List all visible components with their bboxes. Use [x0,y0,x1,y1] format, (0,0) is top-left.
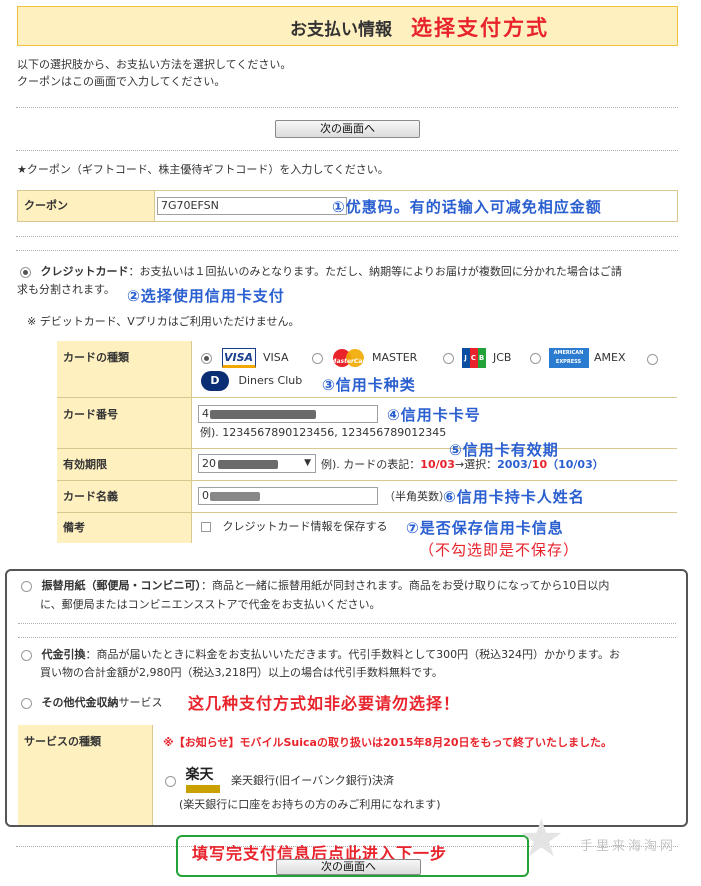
watermark: ★ 手里来海淘网 [518,809,698,875]
daibiki-desc-1: ：商品が届いたときに料金をお支払いいただきます。代引手数料として300円（税込3… [85,648,620,661]
diners-logo-icon: D [201,371,229,391]
amex-logo-icon: AMERICAN EXPRESS [548,348,589,368]
suica-notice: ※【お知らせ】モバイルSuicaの取り扱いは2015年8月20日をもって終了いた… [163,736,612,749]
masked-expiry [218,459,278,469]
rakuten-option[interactable]: 楽天 楽天銀行(旧イーバンク銀行)決済 [165,767,394,795]
brand-master[interactable]: MasterCard MASTER [312,348,417,368]
brand-diners[interactable]: D Diners Club [201,371,302,391]
daibiki-desc-2: 買い物の合計金額が2,980円（税込3,218円）以上の場合は代引手数料無料です… [40,666,443,679]
credit-desc-1: ：お支払いは１回払いのみとなります。ただし、納期等によりお届けが複数回に分かれた… [128,265,622,278]
amex-label: AMEX [594,351,626,364]
daibiki-option: 代金引換：商品が届いたときに料金をお支払いいただきます。代引手数料として300円… [21,646,681,663]
save-card-annotation: ⑦是否保存信用卡信息 [406,519,564,537]
coupon-prompt: ★クーポン（ギフトコード、株主優待ギフトコード）を入力してください。 [17,163,389,176]
masked-name [210,491,260,501]
card-name-input[interactable]: 0 [198,487,378,505]
page-header: お支払い情報 选择支付方式 [17,6,678,46]
save-card-subnote: （不勾选即是不保存） [419,541,580,559]
card-type-annotation: ③信用卡种类 [322,376,416,394]
service-label: サービスの種類 [18,725,152,825]
extra-radio[interactable] [647,353,658,365]
rakuten-note: (楽天銀行に口座をお持ちの方のみご利用になれます) [179,798,441,811]
credit-desc-2: 求も分割されます。 [17,283,115,296]
masked-number [210,409,316,419]
next-button-bottom[interactable]: 次の画面へ [276,859,421,875]
furikae-desc-1: ：商品と一緒に振替用紙が同封されます。商品をお受け取りになってから10日以内 [201,579,610,592]
card-name-hint: （半角英数） [384,490,450,503]
other-option: その他代金収納サービス [21,694,163,711]
expiry-label: 有効期限 [57,449,191,480]
debit-note: ※ デビットカード、Vプリカはご利用いただけません。 [27,315,300,328]
brand-visa[interactable]: VISA VISA [201,348,288,368]
brand-extra-radio[interactable] [647,352,658,365]
star-icon: ★ [518,809,565,869]
intro-line-1: 以下の選択肢から、お支払い方法を選択してください。 [17,58,292,71]
visa-radio[interactable] [201,352,212,364]
remarks-label: 備考 [57,513,191,543]
mastercard-logo-icon: MasterCard [331,348,370,368]
coupon-input[interactable]: 7G70EFSN [157,197,347,215]
expiry-select[interactable]: 20 ▼ [198,454,316,473]
save-card-checkbox[interactable] [201,522,211,532]
page-title-annotation: 选择支付方式 [411,16,549,40]
furikae-option: 振替用紙（郵便局・コンビニ可）：商品と一緒に振替用紙が同封されます。商品をお受け… [21,577,676,594]
other-methods-warning: 这几种支付方式如非必要请勿选择！ [188,694,461,713]
furikae-radio[interactable] [21,580,32,592]
next-button-top[interactable]: 次の画面へ [275,120,420,138]
other-suffix: サービス [118,696,163,709]
card-number-label: カード番号 [57,398,191,448]
other-radio[interactable] [21,697,32,709]
intro-line-2: クーポンはこの画面で入力してください。 [17,75,226,88]
save-card-label: クレジットカード情報を保存する [222,520,388,533]
card-number-annotation: ④信用卡卡号 [387,406,481,424]
rakuten-radio[interactable] [165,775,176,787]
expiry-example: 例). カードの表記：10/03→選択：2003/10（10/03） [321,458,604,471]
diners-label: Diners Club [238,374,303,387]
coupon-label: クーポン [18,191,154,221]
credit-option: クレジットカード：お支払いは１回払いのみとなります。ただし、納期等によりお届けが… [20,263,680,280]
credit-annotation: ②选择使用信用卡支付 [127,287,285,305]
save-card-option[interactable]: クレジットカード情報を保存する [201,518,388,535]
furikae-desc-2: に、郵便局またはコンビニエンスストアで代金をお支払いください。 [40,598,381,611]
visa-logo-icon: VISA [221,348,256,368]
card-name-label: カード名義 [57,481,191,512]
jcb-label: JCB [493,351,512,364]
daibiki-label: 代金引換 [41,648,86,661]
credit-radio[interactable] [20,266,31,278]
brand-amex[interactable]: AMERICAN EXPRESS AMEX [530,348,626,368]
rakuten-logo-icon: 楽天 [185,767,222,795]
page-title: お支払い情報 [290,20,392,40]
amex-radio[interactable] [530,352,541,364]
coupon-annotation: ①优惠码。有的话输入可减免相应金额 [332,198,602,216]
chevron-down-icon: ▼ [304,458,311,468]
visa-label: VISA [263,351,289,364]
card-number-example: 例). 1234567890123456, 123456789012345 [200,426,447,439]
card-table: カードの種類 カード番号 有効期限 カード名義 備考 [57,341,677,543]
credit-option-label: クレジットカード [40,265,129,278]
master-label: MASTER [372,351,418,364]
watermark-text: 手里来海淘网 [580,839,677,854]
intro-text: 以下の選択肢から、お支払い方法を選択してください。 クーポンはこの画面で入力して… [17,56,291,90]
jcb-logo-icon: J C B [461,348,486,368]
jcb-radio[interactable] [443,352,454,364]
daibiki-radio[interactable] [21,649,32,661]
rakuten-name: 楽天銀行(旧イーバンク銀行)決済 [231,774,395,787]
card-name-annotation: ⑥信用卡持卡人姓名 [443,488,585,506]
other-label: その他代金収納 [41,696,119,709]
brand-jcb[interactable]: J C B JCB [443,348,511,368]
master-radio[interactable] [312,352,323,364]
card-type-label: カードの種類 [57,341,191,397]
card-number-input[interactable]: 4 [198,405,378,423]
furikae-label: 振替用紙（郵便局・コンビニ可） [41,579,202,592]
